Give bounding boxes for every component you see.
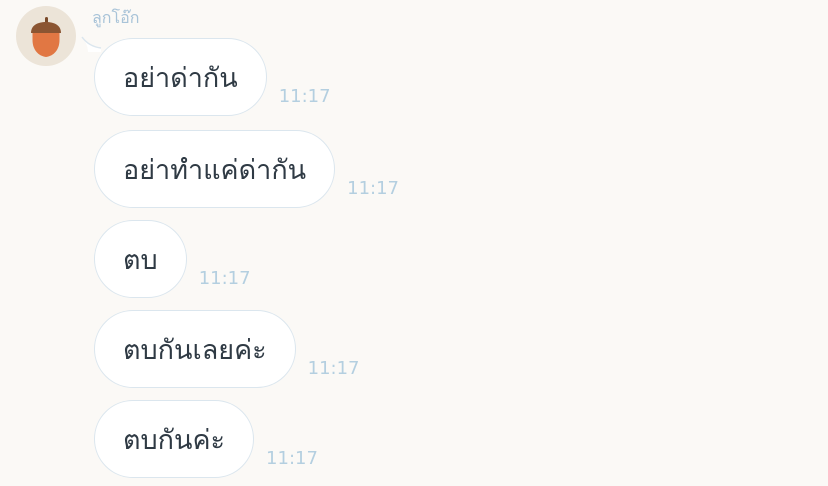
message-timestamp: 11:17 [347, 178, 399, 199]
message-timestamp: 11:17 [278, 86, 331, 107]
message-timestamp: 11:17 [307, 358, 360, 379]
avatar[interactable] [16, 6, 76, 66]
message-bubble[interactable]: ตบกันเลยค่ะ [94, 310, 296, 388]
message-row: ตบกันค่ะ 11:17 [94, 400, 318, 478]
chat-thread: ลูกโอ๊ก อย่าด่ากัน 11:17 อย่าทำแค่ด่ากัน… [0, 0, 828, 486]
sender-name: ลูกโอ๊ก [92, 8, 140, 27]
message-bubble[interactable]: อย่าทำแค่ด่ากัน [94, 130, 336, 208]
message-bubble[interactable]: ตบ [94, 220, 187, 298]
message-bubble[interactable]: อย่าด่ากัน [94, 38, 267, 116]
message-row: อย่าทำแค่ด่ากัน 11:17 [94, 130, 399, 208]
message-bubble[interactable]: ตบกันค่ะ [94, 400, 255, 478]
message-row: อย่าด่ากัน 11:17 [94, 38, 331, 116]
acorn-icon [31, 17, 61, 57]
message-timestamp: 11:17 [198, 268, 251, 289]
message-timestamp: 11:17 [266, 448, 318, 469]
message-row: ตบกันเลยค่ะ 11:17 [94, 310, 360, 388]
message-row: ตบ 11:17 [94, 220, 251, 298]
